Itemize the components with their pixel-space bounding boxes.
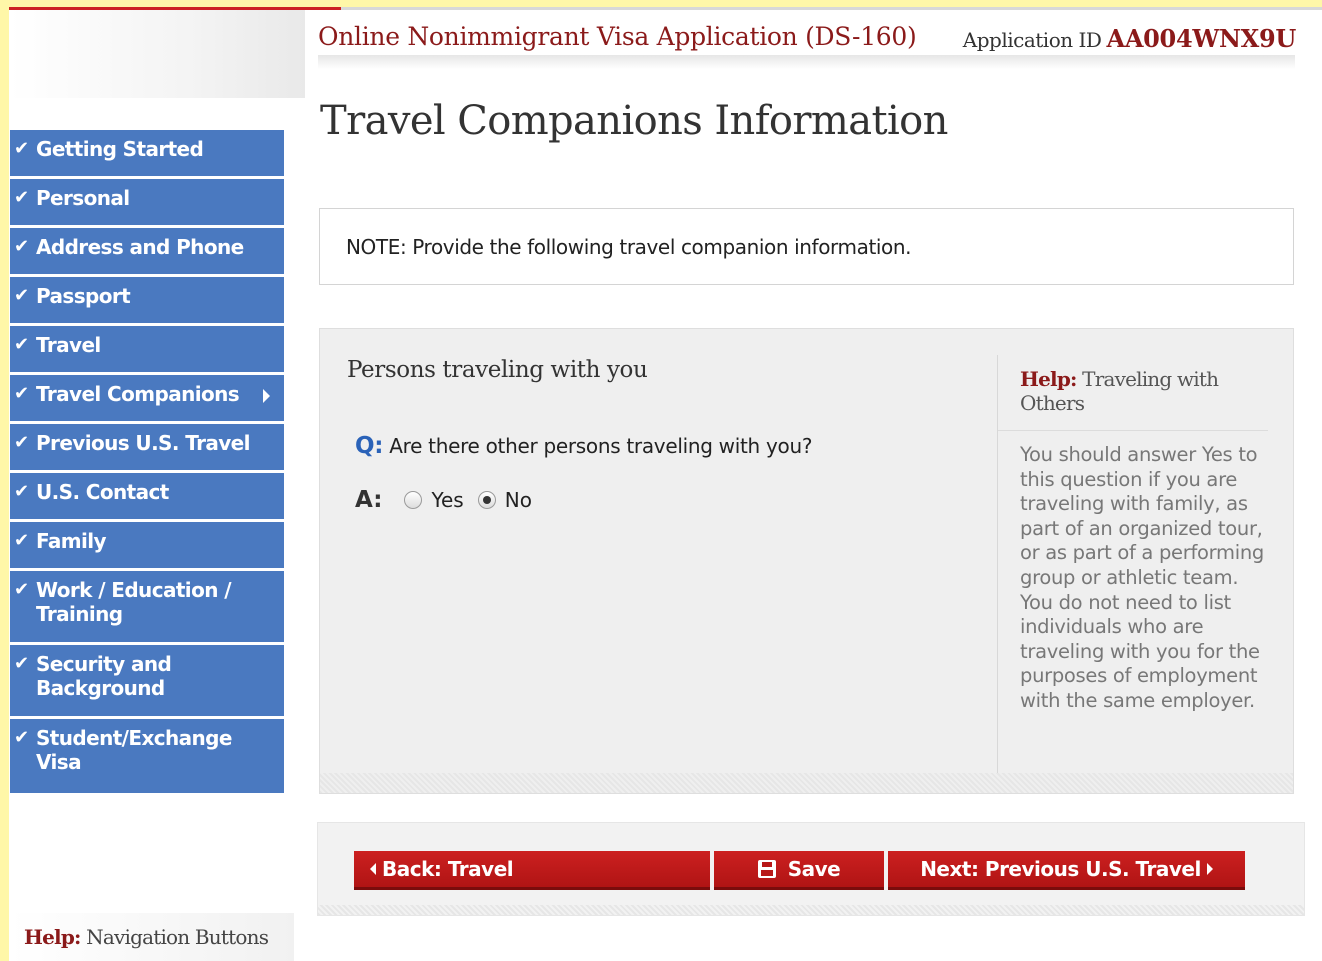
sidebar-item-label-line2: Background: [36, 676, 165, 700]
radio-no[interactable]: [477, 491, 496, 509]
sidebar-item-label: U.S. Contact: [36, 480, 169, 504]
next-button-label: Next: Previous U.S. Travel: [920, 857, 1201, 881]
caret-right-icon: [1206, 863, 1213, 875]
caret-left-icon: [370, 863, 376, 875]
check-icon: ✔: [14, 187, 29, 208]
sidebar-item-address-and-phone[interactable]: ✔ Address and Phone: [10, 228, 284, 277]
logo-area: [9, 10, 305, 98]
sidebar-item-label: Travel Companions: [36, 382, 240, 406]
left-border: [0, 0, 9, 961]
application-id-label: Application ID: [962, 28, 1102, 52]
note-box: NOTE: Provide the following travel compa…: [319, 208, 1294, 285]
page-title: Travel Companions Information: [320, 98, 948, 144]
help-divider: [998, 430, 1268, 431]
radio-yes-label[interactable]: Yes: [431, 488, 463, 512]
radio-no-label[interactable]: No: [505, 488, 532, 512]
back-button[interactable]: Back: Travel: [354, 851, 710, 887]
sidebar-item-label-line2: Visa: [36, 750, 82, 774]
current-page-arrow-icon: [263, 389, 270, 403]
section-heading: Persons traveling with you: [347, 357, 648, 383]
check-icon: ✔: [14, 236, 29, 257]
sidebar-item-label: Travel: [36, 333, 101, 357]
help-panel-body: You should answer Yes to this question i…: [1020, 443, 1264, 712]
sidebar-item-getting-started[interactable]: ✔ Getting Started: [10, 130, 284, 179]
check-icon: ✔: [14, 383, 29, 404]
check-icon: ✔: [14, 138, 29, 159]
sidebar-item-us-contact[interactable]: ✔ U.S. Contact: [10, 473, 284, 522]
question-row: Q: Are there other persons traveling wit…: [355, 433, 812, 459]
app-title: Online Nonimmigrant Visa Application (DS…: [318, 22, 917, 51]
sidebar-item-label: Address and Phone: [36, 235, 244, 259]
sidebar-item-label-line2: Training: [36, 602, 123, 626]
sidebar-item-personal[interactable]: ✔ Personal: [10, 179, 284, 228]
sidebar-item-travel[interactable]: ✔ Travel: [10, 326, 284, 375]
sidebar-item-label: Previous U.S. Travel: [36, 431, 250, 455]
sidebar-item-label-line1: Work / Education /: [36, 578, 232, 602]
help-panel: Help: Traveling with Others You should a…: [997, 355, 1283, 773]
sidebar-item-label: Passport: [36, 284, 131, 308]
next-button[interactable]: Next: Previous U.S. Travel: [888, 851, 1245, 887]
sidebar-item-label-line1: Student/Exchange: [36, 726, 232, 750]
help-navigation-buttons[interactable]: Help: Navigation Buttons: [10, 913, 294, 961]
note-text: NOTE: Provide the following travel compa…: [346, 235, 912, 259]
sidebar-item-student-exchange-visa[interactable]: ✔ Student/Exchange Visa: [10, 719, 284, 793]
check-icon: ✔: [14, 653, 29, 674]
sidebar-item-passport[interactable]: ✔ Passport: [10, 277, 284, 326]
sidebar-item-label: Getting Started: [36, 137, 204, 161]
help-topic: Navigation Buttons: [86, 925, 269, 949]
application-id: Application ID AA004WNX9U: [962, 24, 1297, 53]
check-icon: ✔: [14, 579, 29, 600]
button-bar-bottom-border: [318, 905, 1304, 915]
answer-label: A:: [355, 487, 383, 513]
answer-row: A: Yes No: [355, 487, 546, 513]
sidebar-item-security-and-background[interactable]: ✔ Security and Background: [10, 645, 284, 719]
question-section: Persons traveling with you Q: Are there …: [319, 328, 1294, 794]
sidebar-item-label: Family: [36, 529, 107, 553]
check-icon: ✔: [14, 530, 29, 551]
header-divider: [318, 55, 1295, 69]
check-icon: ✔: [14, 432, 29, 453]
question-text: Are there other persons traveling with y…: [389, 434, 813, 458]
application-id-value: AA004WNX9U: [1106, 24, 1297, 53]
back-button-label: Back: Travel: [382, 857, 514, 881]
sidebar-item-work-education-training[interactable]: ✔ Work / Education / Training: [10, 571, 284, 645]
sidebar-nav: ✔ Getting Started ✔ Personal ✔ Address a…: [10, 130, 284, 793]
check-icon: ✔: [14, 727, 29, 748]
help-label: Help:: [24, 925, 81, 949]
section-bottom-border: [320, 773, 1293, 793]
help-label: Help:: [1020, 367, 1077, 391]
sidebar-item-label: Personal: [36, 186, 130, 210]
sidebar-item-family[interactable]: ✔ Family: [10, 522, 284, 571]
sidebar-item-previous-us-travel[interactable]: ✔ Previous U.S. Travel: [10, 424, 284, 473]
radio-yes[interactable]: [404, 491, 423, 509]
navigation-button-bar: Back: Travel Save Next: Previous U.S. Tr…: [317, 822, 1305, 916]
check-icon: ✔: [14, 285, 29, 306]
sidebar-item-label-line1: Security and: [36, 652, 172, 676]
help-panel-title: Help: Traveling with Others: [1020, 367, 1250, 415]
save-button[interactable]: Save: [714, 851, 884, 887]
question-label: Q:: [355, 433, 384, 459]
check-icon: ✔: [14, 334, 29, 355]
sidebar-item-travel-companions[interactable]: ✔ Travel Companions: [10, 375, 284, 424]
floppy-disk-icon: [757, 860, 776, 878]
check-icon: ✔: [14, 481, 29, 502]
top-accent-grey: [341, 7, 1322, 10]
save-button-label: Save: [787, 857, 841, 881]
